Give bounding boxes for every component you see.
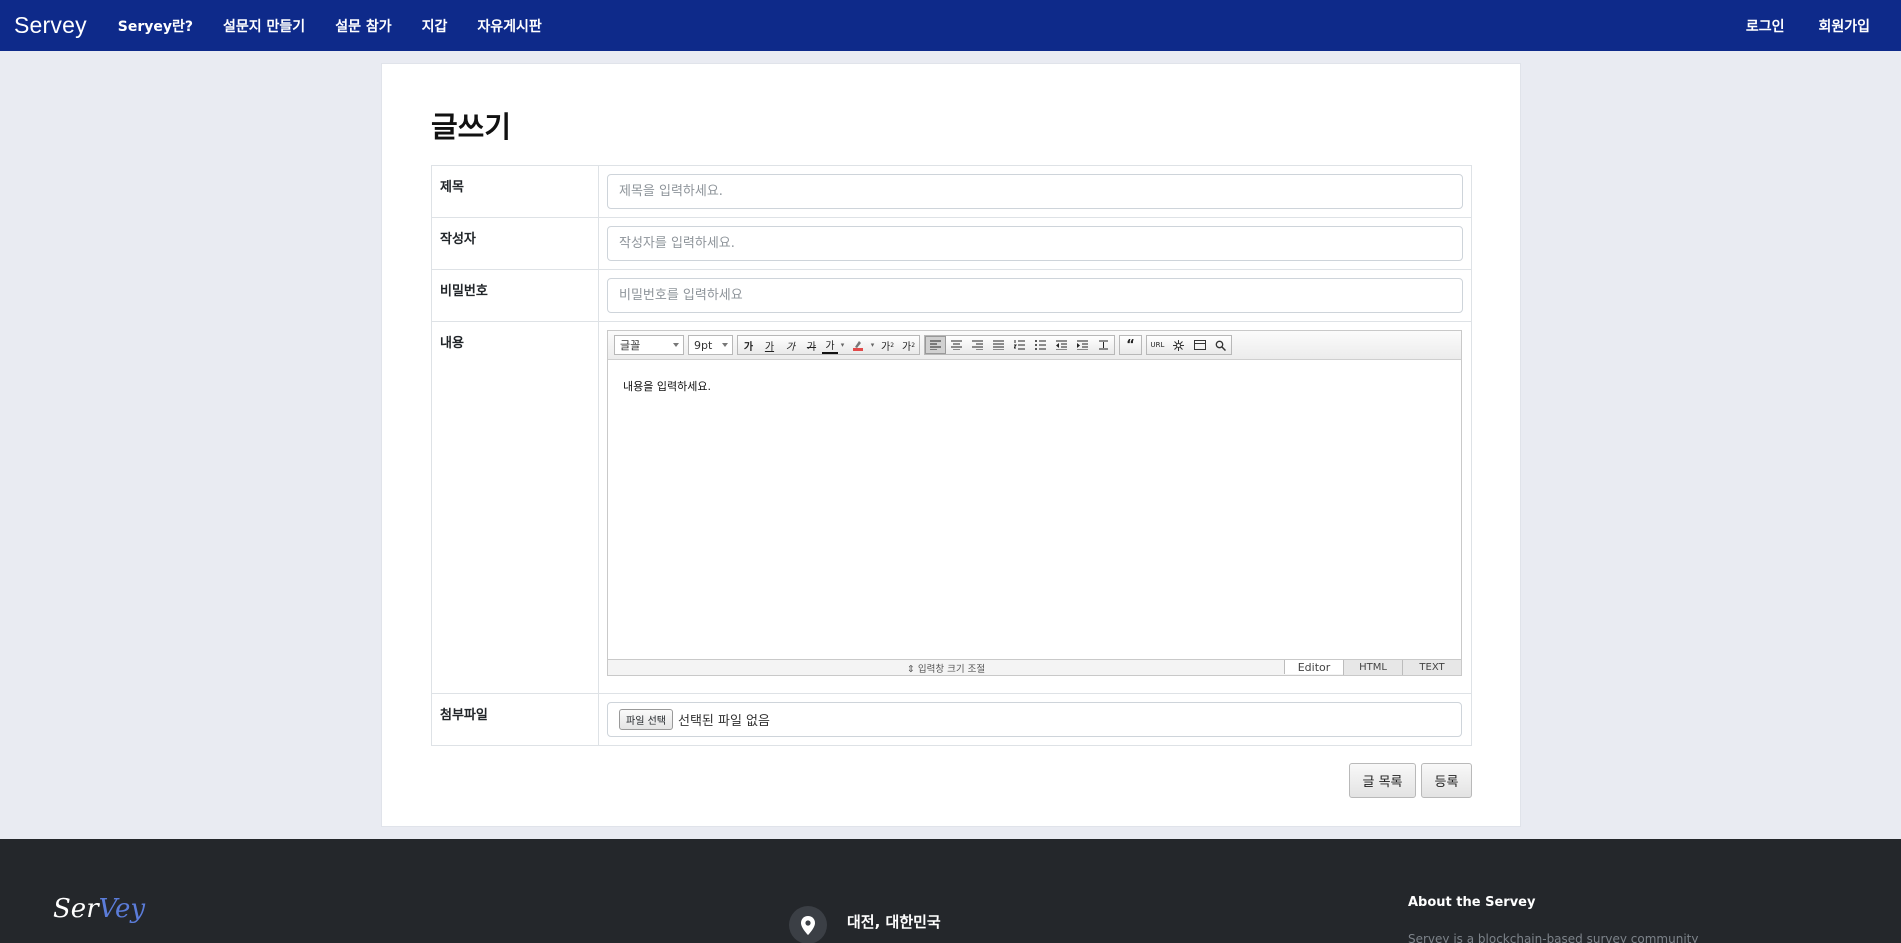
submit-button[interactable]: 등록 bbox=[1421, 763, 1472, 798]
choose-file-button[interactable]: 파일 선택 bbox=[619, 709, 673, 730]
chevron-down-icon[interactable]: ▾ bbox=[838, 336, 847, 354]
nav-auth-links: 로그인 회원가입 bbox=[1729, 16, 1887, 36]
footer: SerVey 대전, 대한민국 About the Servey Servey … bbox=[0, 839, 1901, 943]
align-justify-icon bbox=[993, 340, 1004, 350]
highlight-color-button[interactable] bbox=[847, 336, 868, 354]
editor-content-area[interactable]: 내용을 입력하세요. bbox=[608, 361, 1461, 659]
indent-icon bbox=[1077, 340, 1088, 350]
login-link[interactable]: 로그인 bbox=[1729, 16, 1802, 36]
superscript-button[interactable]: 가2 bbox=[877, 336, 898, 354]
file-status: 선택된 파일 없음 bbox=[677, 714, 770, 729]
search-icon bbox=[1215, 340, 1226, 351]
bullet-list-button[interactable] bbox=[1030, 336, 1051, 354]
outdent-button[interactable] bbox=[1051, 336, 1072, 354]
tab-text-mode[interactable]: TEXT bbox=[1402, 660, 1461, 675]
align-right-icon bbox=[972, 340, 983, 350]
content-row: 내용 글꼴 9pt 가 가 가 가 가 ▾ ▾ 가 2 가 2 “ URL 내용… bbox=[431, 321, 1472, 694]
footer-logo: SerVey bbox=[53, 894, 146, 924]
page-title: 글쓰기 bbox=[431, 110, 512, 144]
subscript-button[interactable]: 가2 bbox=[898, 336, 919, 354]
font-size-value: 9pt bbox=[694, 338, 713, 352]
brand-logo[interactable]: Servey bbox=[14, 12, 87, 39]
post-list-button[interactable]: 글 목록 bbox=[1349, 763, 1416, 798]
line-height-icon bbox=[1099, 340, 1108, 350]
text-style-group: 가 가 가 가 가 ▾ ▾ 가2 가2 bbox=[737, 335, 920, 355]
underline-button[interactable]: 가 bbox=[759, 336, 780, 354]
footer-location: 대전, 대한민국 bbox=[847, 913, 941, 931]
font-color-button[interactable]: 가 bbox=[822, 336, 838, 354]
indent-button[interactable] bbox=[1072, 336, 1093, 354]
table-icon bbox=[1193, 340, 1206, 350]
outdent-icon bbox=[1056, 340, 1067, 350]
link-button[interactable]: URL bbox=[1147, 336, 1168, 354]
chevron-down-icon[interactable]: ▾ bbox=[868, 336, 877, 354]
find-button[interactable] bbox=[1210, 336, 1231, 354]
chevron-down-icon bbox=[673, 343, 679, 347]
font-family-value: 글꼴 bbox=[620, 339, 641, 352]
ordered-list-button[interactable] bbox=[1009, 336, 1030, 354]
nav-link-about[interactable]: Seryey란? bbox=[103, 16, 208, 36]
signup-link[interactable]: 회원가입 bbox=[1801, 16, 1887, 36]
bullet-list-icon bbox=[1035, 340, 1046, 350]
editor-toolbar: 글꼴 9pt 가 가 가 가 가 ▾ ▾ 가 2 가 2 “ URL bbox=[608, 331, 1461, 360]
table-button[interactable] bbox=[1189, 336, 1210, 354]
resize-handle[interactable]: ⇕ 입력창 크기 조절 bbox=[608, 660, 1284, 675]
nav-link-join-survey[interactable]: 설문 참가 bbox=[320, 16, 406, 36]
align-justify-button[interactable] bbox=[988, 336, 1009, 354]
post-form: 제목 작성자 비밀번호 내용 글꼴 bbox=[431, 165, 1472, 746]
ordered-list-icon bbox=[1014, 340, 1025, 350]
strikethrough-button[interactable]: 가 bbox=[801, 336, 822, 354]
font-family-select[interactable]: 글꼴 bbox=[614, 335, 684, 355]
footer-about-title: About the Servey bbox=[1408, 895, 1536, 910]
editor-placeholder: 내용을 입력하세요. bbox=[623, 380, 711, 393]
rich-text-editor: 글꼴 9pt 가 가 가 가 가 ▾ ▾ 가 2 가 2 “ URL 내용을 입… bbox=[607, 330, 1462, 676]
special-char-button[interactable] bbox=[1168, 336, 1189, 354]
attachment-label: 첨부파일 bbox=[431, 693, 599, 746]
title-label: 제목 bbox=[431, 165, 599, 218]
line-height-button[interactable] bbox=[1093, 336, 1114, 354]
password-input[interactable] bbox=[607, 278, 1463, 313]
location-pin-icon bbox=[789, 906, 827, 943]
write-post-card: 글쓰기 제목 작성자 비밀번호 내용 bbox=[381, 63, 1521, 827]
title-input[interactable] bbox=[607, 174, 1463, 209]
align-left-button[interactable] bbox=[925, 336, 946, 354]
attachment-row: 첨부파일 파일 선택 선택된 파일 없음 bbox=[431, 693, 1472, 746]
font-size-select[interactable]: 9pt bbox=[688, 335, 733, 355]
align-center-button[interactable] bbox=[946, 336, 967, 354]
tab-editor-mode[interactable]: Editor bbox=[1284, 660, 1343, 674]
align-right-button[interactable] bbox=[967, 336, 988, 354]
highlighter-icon bbox=[853, 340, 863, 351]
sparkle-icon bbox=[1173, 339, 1184, 351]
author-input[interactable] bbox=[607, 226, 1463, 261]
password-label: 비밀번호 bbox=[431, 269, 599, 322]
author-row: 작성자 bbox=[431, 217, 1472, 270]
file-input[interactable]: 파일 선택 선택된 파일 없음 bbox=[607, 702, 1462, 737]
quote-icon[interactable]: “ bbox=[1120, 336, 1141, 354]
content-label: 내용 bbox=[431, 321, 599, 694]
password-row: 비밀번호 bbox=[431, 269, 1472, 322]
italic-button[interactable]: 가 bbox=[780, 336, 801, 354]
nav-link-wallet[interactable]: 지갑 bbox=[407, 16, 463, 36]
nav-link-create-survey[interactable]: 설문지 만들기 bbox=[208, 16, 320, 36]
tab-html-mode[interactable]: HTML bbox=[1343, 660, 1402, 675]
align-list-group bbox=[924, 335, 1115, 355]
nav-link-board[interactable]: 자유게시판 bbox=[462, 16, 556, 36]
bold-button[interactable]: 가 bbox=[738, 336, 759, 354]
editor-bottom-bar: ⇕ 입력창 크기 조절 Editor HTML TEXT bbox=[608, 659, 1461, 675]
top-navbar: Servey Seryey란? 설문지 만들기 설문 참가 지갑 자유게시판 로… bbox=[0, 0, 1901, 51]
title-row: 제목 bbox=[431, 165, 1472, 218]
quote-group: “ bbox=[1119, 335, 1142, 355]
align-left-icon bbox=[930, 340, 941, 350]
align-center-icon bbox=[951, 340, 962, 350]
insert-group: URL bbox=[1146, 335, 1232, 355]
nav-links: Seryey란? 설문지 만들기 설문 참가 지갑 자유게시판 bbox=[103, 16, 557, 36]
footer-about-text: Servey is a blockchain-based survey comm… bbox=[1408, 932, 1699, 943]
chevron-down-icon bbox=[722, 343, 728, 347]
author-label: 작성자 bbox=[431, 217, 599, 270]
